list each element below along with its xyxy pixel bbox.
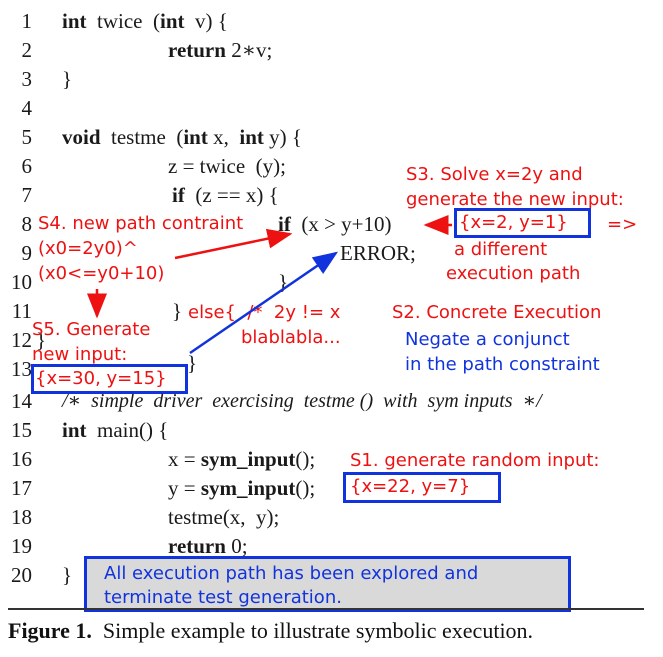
annotation-arrows bbox=[87, 215, 452, 355]
s5-arrow-to-error bbox=[189, 251, 339, 355]
s4-arrow-to-if bbox=[174, 228, 293, 260]
